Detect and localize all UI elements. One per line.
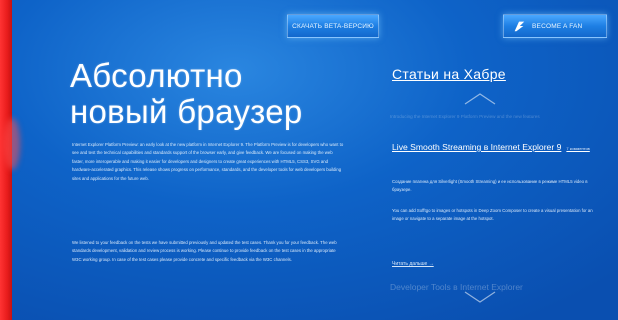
hero-paragraph-2: We listened to your feedback on the test…	[72, 240, 337, 262]
download-beta-label: Скачать Beta-версию	[292, 22, 374, 30]
hero-paragraph-1: Internet Explorer Platform Preview: an e…	[72, 142, 344, 181]
article-text-1: Создание плагина для Silverlight (Smooth…	[392, 179, 588, 193]
read-more-link[interactable]: Читать дальше →	[392, 261, 434, 267]
article-text-2: You can add Sofftgo to images or hotspot…	[392, 208, 593, 222]
facebook-fan-button[interactable]: Become a fan	[503, 14, 607, 38]
facebook-f-icon	[514, 21, 525, 32]
chevron-down-icon[interactable]	[463, 290, 497, 304]
facebook-fan-label: Become a fan	[532, 22, 583, 30]
comments-badge: 7 комментов	[566, 146, 590, 151]
hero-title: Абсолютно новый браузер	[70, 58, 370, 130]
hero-title-line1: Абсолютно	[70, 57, 243, 94]
sidebar-title-link[interactable]: Статьи на Хабре	[392, 66, 506, 82]
article-title[interactable]: Live Smooth Streaming в Internet Explore…	[392, 141, 602, 155]
faded-article-above: Introducing the Internet Explorer 9 Plat…	[390, 114, 540, 119]
download-beta-button[interactable]: Скачать Beta-версию	[287, 14, 379, 38]
chevron-up-icon[interactable]	[463, 92, 497, 106]
article-title-link[interactable]: Live Smooth Streaming в Internet Explore…	[392, 142, 561, 152]
left-accent-strip	[0, 0, 12, 320]
hero-title-line2: новый браузер	[70, 93, 303, 130]
